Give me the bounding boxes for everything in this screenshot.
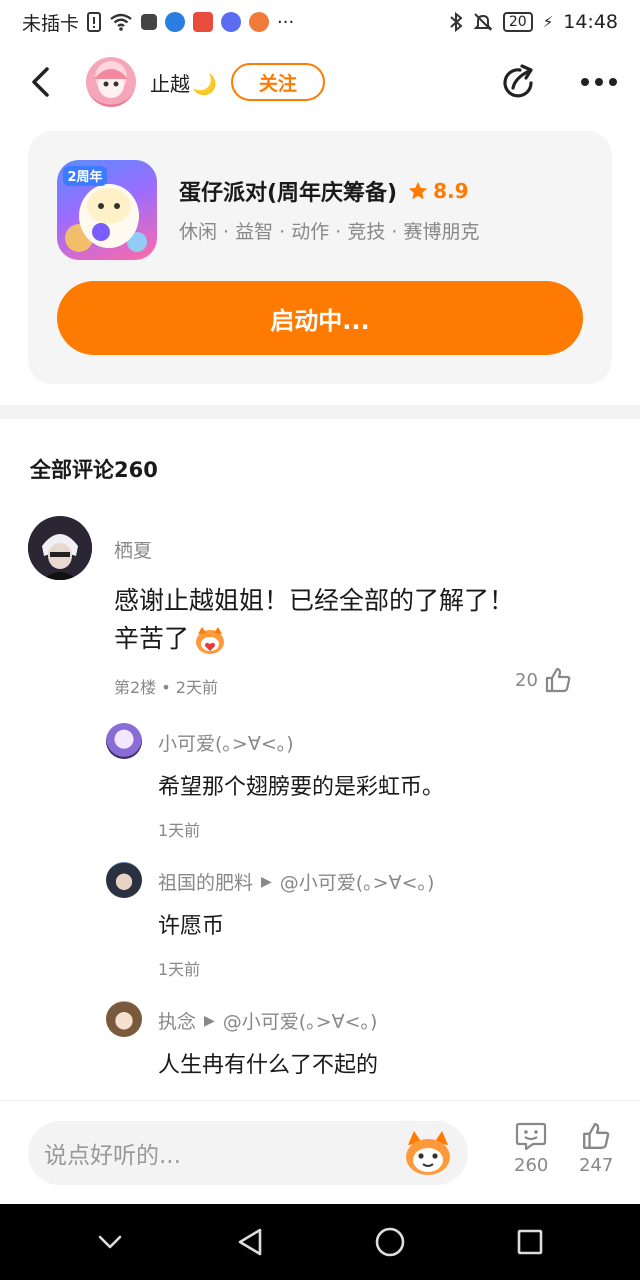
reply-text: 希望那个翅膀要的是彩虹币。 — [158, 775, 445, 800]
section-divider — [0, 405, 640, 419]
game-rating: 8.9 — [433, 179, 469, 203]
game-card[interactable]: 2周年 蛋仔派对(周年庆筹备) 8.9 休闲 · 益智 · 动作 · 竞技 · … — [28, 131, 612, 384]
app-icon — [193, 12, 214, 32]
play-arrow-icon: ▶ — [261, 873, 272, 890]
game-tags: 休闲 · 益智 · 动作 · 竞技 · 赛博朋克 — [179, 221, 480, 243]
comments-title: 全部评论260 — [30, 458, 158, 482]
thumbs-up-icon — [545, 667, 571, 693]
mascot-emoji-icon — [193, 625, 227, 655]
app-icon — [165, 12, 186, 32]
more-dots-icon: ··· — [277, 11, 295, 33]
comment-count: 260 — [514, 1155, 549, 1176]
square-recents-icon — [517, 1229, 543, 1255]
system-nav-bar — [0, 1204, 640, 1280]
reply-time: 1天前 — [158, 960, 201, 979]
more-options-button[interactable] — [578, 61, 620, 103]
reply-item[interactable]: 执念 ▶ @小可爱(｡>∀<｡) 人生冉有什么了不起的 — [106, 1001, 616, 1099]
avatar[interactable] — [106, 723, 142, 759]
comment-text-line1: 感谢止越姐姐！已经全部的了解了！ — [114, 586, 515, 615]
clock: 14:48 — [563, 11, 618, 33]
thumbs-up-icon — [583, 1123, 610, 1149]
like-post-button[interactable]: 247 — [579, 1121, 613, 1176]
comment-text-line2: 辛苦了 — [114, 624, 190, 653]
chevron-down-icon — [98, 1235, 122, 1249]
reply-target[interactable]: @小可爱(｡>∀<｡) — [223, 1007, 378, 1034]
reply-author[interactable]: 执念 — [158, 1007, 196, 1034]
username-text: 止越 — [150, 71, 190, 96]
music-icon — [221, 12, 242, 32]
circle-home-icon — [375, 1227, 405, 1257]
comment-meta: 第2楼 • 2天前 — [114, 678, 218, 697]
reply-text: 人生冉有什么了不起的 — [158, 1053, 379, 1078]
bluetooth-icon — [449, 12, 463, 32]
reply-target[interactable]: @小可爱(｡>∀<｡) — [280, 868, 435, 895]
chevron-left-icon — [32, 67, 49, 97]
mute-icon — [473, 12, 493, 32]
status-bar: 未插卡 ··· 20 ⚡ 14:48 — [0, 0, 640, 44]
comment-bubble-icon — [516, 1122, 547, 1151]
moon-emoji: 🌙 — [192, 71, 217, 96]
reply-time: 1天前 — [158, 821, 201, 840]
comment-input[interactable]: 说点好听的... — [28, 1121, 468, 1185]
triangle-back-icon — [238, 1228, 262, 1256]
avatar[interactable] — [106, 862, 142, 898]
star-icon — [407, 180, 429, 202]
avatar[interactable] — [86, 57, 136, 107]
game-icon[interactable]: 2周年 — [57, 160, 157, 260]
app-icon — [141, 14, 158, 30]
sim-alert-icon — [87, 12, 102, 32]
avatar[interactable] — [106, 1001, 142, 1037]
mascot-emoji-icon[interactable] — [402, 1129, 454, 1177]
nav-recents-button[interactable] — [505, 1217, 555, 1267]
nav-home-button[interactable] — [365, 1217, 415, 1267]
like-count: 20 — [515, 669, 538, 691]
play-arrow-icon: ▶ — [204, 1012, 215, 1029]
more-dots-icon — [581, 78, 617, 86]
comment-text: 感谢止越姐姐！已经全部的了解了！ 辛苦了 — [114, 582, 584, 658]
reply-item[interactable]: 祖国的肥料 ▶ @小可爱(｡>∀<｡) 许愿币 1天前 — [106, 862, 616, 982]
hide-nav-button[interactable] — [85, 1217, 135, 1267]
reply-author[interactable]: 祖国的肥料 — [158, 868, 253, 895]
carrier-label: 未插卡 — [22, 12, 80, 35]
comment-bar: 说点好听的... 260 247 — [0, 1100, 640, 1204]
share-button[interactable] — [498, 61, 540, 103]
battery-icon: 20 — [502, 12, 533, 32]
app-icon — [249, 12, 270, 32]
reply-item[interactable]: 小可爱(｡>∀<｡) 希望那个翅膀要的是彩虹币。 1天前 — [106, 723, 616, 843]
avatar[interactable] — [28, 516, 92, 580]
comment-author[interactable]: 栖夏 — [114, 536, 152, 563]
wifi-icon — [109, 13, 133, 31]
like-button[interactable]: 20 — [515, 666, 572, 694]
like-count: 247 — [579, 1155, 614, 1176]
comment-count-button[interactable]: 260 — [514, 1121, 548, 1176]
username[interactable]: 止越 🌙 — [150, 68, 217, 97]
battery-level: 20 — [508, 14, 527, 30]
nav-back-button[interactable] — [225, 1217, 275, 1267]
reply-text: 许愿币 — [158, 914, 225, 939]
back-button[interactable] — [20, 62, 60, 102]
game-title[interactable]: 蛋仔派对(周年庆筹备) — [179, 175, 397, 207]
game-icon-badge: 2周年 — [67, 169, 102, 185]
top-header: 止越 🌙 关注 — [0, 44, 640, 120]
comment-input-placeholder: 说点好听的... — [44, 1143, 181, 1169]
follow-button[interactable]: 关注 — [230, 63, 325, 101]
launch-button[interactable]: 启动中... — [57, 281, 583, 355]
share-icon — [503, 64, 533, 98]
reply-author[interactable]: 小可爱(｡>∀<｡) — [158, 729, 294, 756]
charging-icon: ⚡ — [542, 13, 554, 31]
